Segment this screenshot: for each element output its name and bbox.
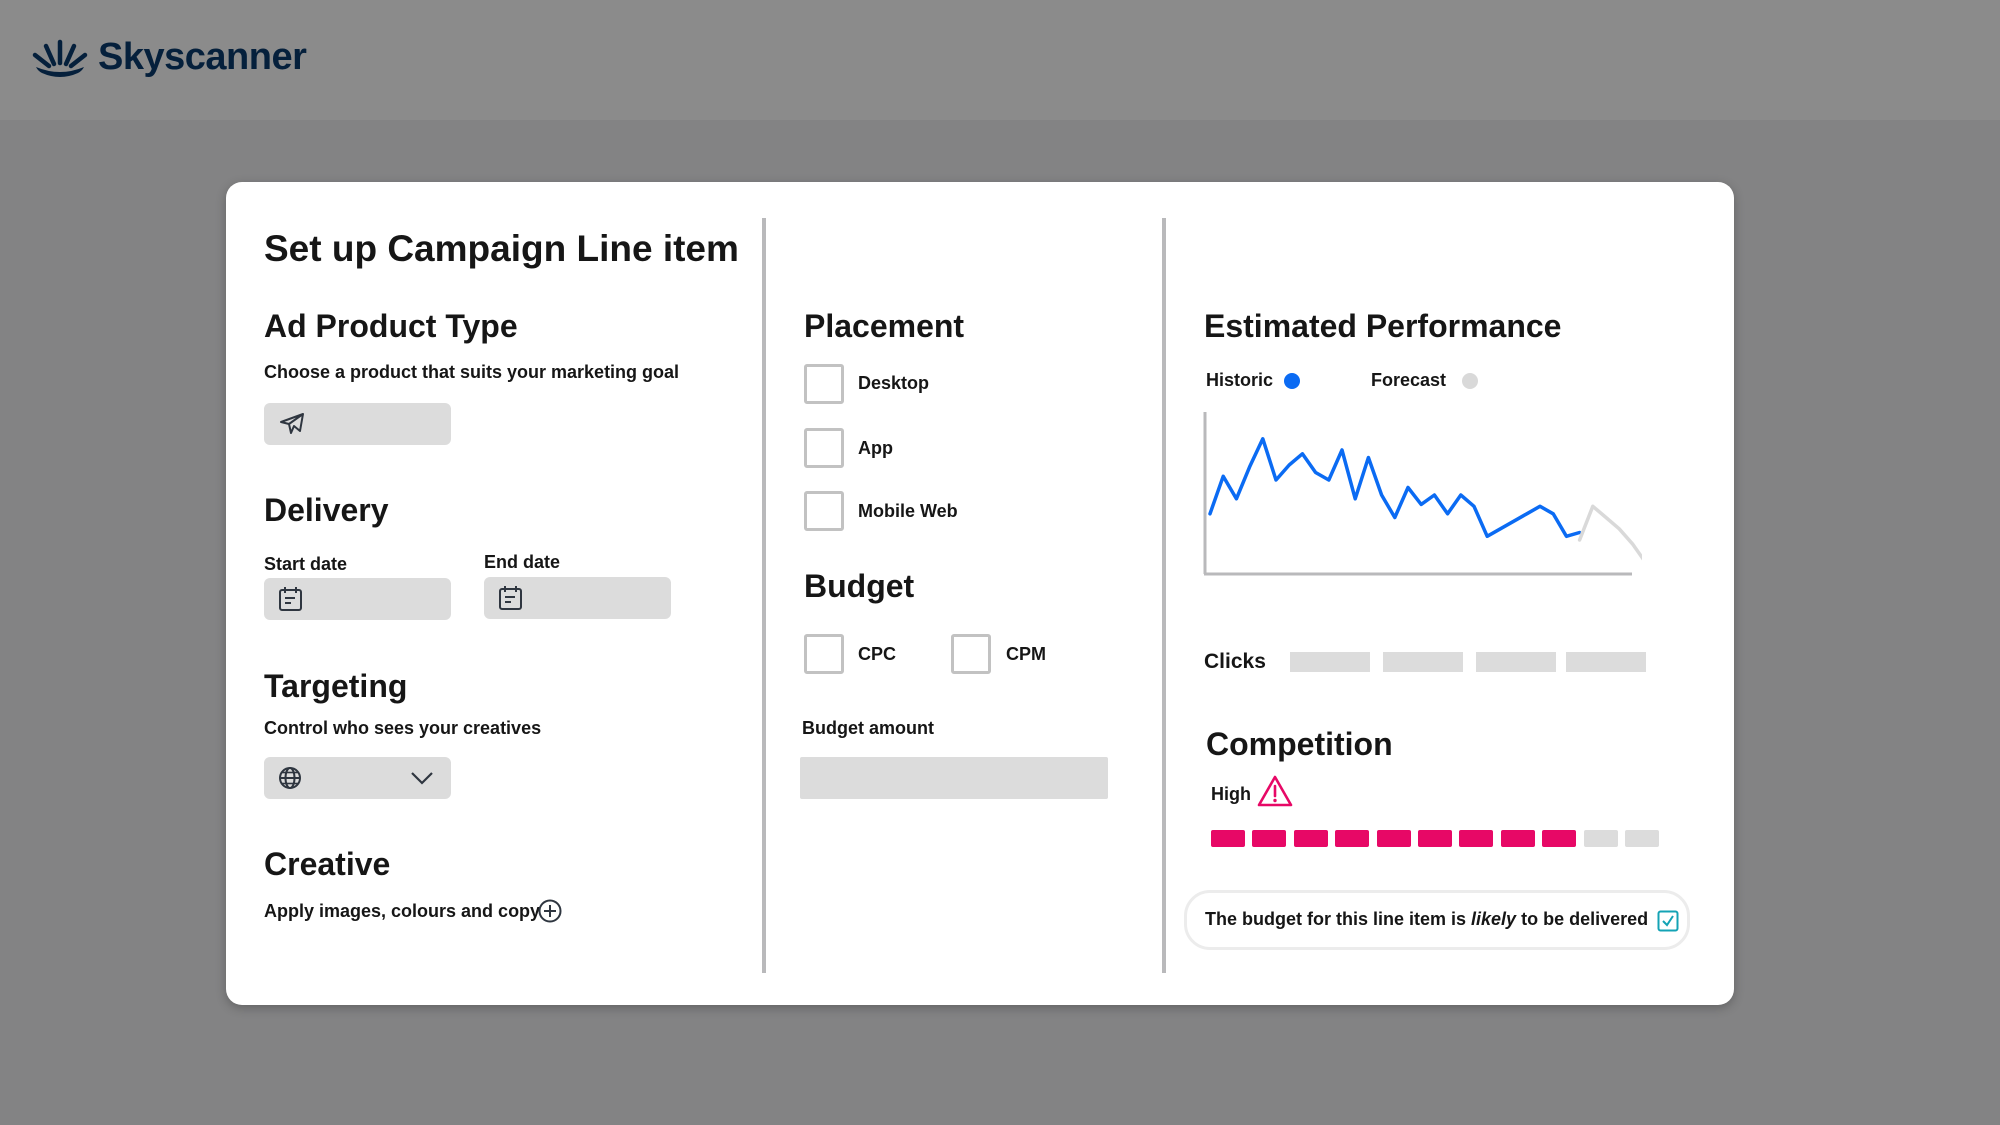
calendar-icon	[279, 587, 302, 611]
legend-forecast-label: Forecast	[1371, 370, 1447, 390]
skyscanner-logo[interactable]: Skyscanner	[30, 36, 307, 79]
budget-heading: Budget	[804, 568, 915, 604]
clicks-placeholder-bar	[1290, 652, 1370, 672]
start-date-field[interactable]	[264, 578, 451, 620]
clicks-placeholder-bar	[1383, 652, 1463, 672]
placement-heading: Placement	[804, 308, 965, 344]
plane-icon	[280, 413, 304, 434]
cpm-label: CPM	[1006, 644, 1046, 664]
clicks-label: Clicks	[1204, 650, 1266, 673]
forecast-series-line	[1577, 504, 1642, 561]
end-date-field[interactable]	[484, 577, 671, 619]
competition-segment	[1335, 830, 1370, 847]
campaign-setup-card: Set up Campaign Line item Ad Product Typ…	[226, 182, 1734, 1005]
delivery-notice-text: The budget for this line item is likely …	[1205, 909, 1648, 930]
cpc-label: CPC	[858, 644, 897, 664]
globe-icon	[279, 767, 301, 789]
notice-text-end: to be delivered	[1516, 909, 1649, 929]
budget-amount-input[interactable]	[800, 757, 1108, 799]
competition-segment	[1625, 830, 1659, 847]
start-date-label: Start date	[264, 554, 348, 574]
notice-text-start: The budget for this line item is	[1205, 909, 1472, 929]
column-divider	[1162, 218, 1166, 973]
column-divider	[762, 218, 766, 973]
competition-segment	[1500, 830, 1535, 847]
cpm-checkbox[interactable]	[951, 634, 991, 674]
check-icon	[1657, 910, 1679, 932]
competition-segment	[1542, 830, 1577, 847]
legend-historic-swatch	[1284, 373, 1300, 389]
top-bar: Skyscanner	[0, 0, 2000, 120]
competition-segment	[1459, 830, 1494, 847]
competition-segment	[1252, 830, 1287, 847]
creative-heading: Creative	[264, 846, 391, 882]
notice-text-emphasis: likely	[1471, 909, 1517, 929]
ad-product-heading: Ad Product Type	[264, 308, 518, 344]
cpc-checkbox[interactable]	[804, 634, 844, 674]
performance-chart	[1203, 412, 1642, 576]
competition-segment	[1376, 830, 1411, 847]
app-label: App	[858, 438, 893, 458]
ad-product-select[interactable]	[264, 403, 451, 445]
delivery-heading: Delivery	[264, 492, 389, 528]
targeting-heading: Targeting	[264, 668, 408, 704]
targeting-description: Control who sees your creatives	[264, 718, 542, 738]
competition-segment	[1418, 830, 1452, 847]
performance-heading: Estimated Performance	[1204, 308, 1562, 344]
brand-name: Skyscanner	[98, 36, 307, 78]
competition-segment	[1293, 830, 1328, 847]
competition-heading: Competition	[1206, 726, 1393, 762]
delivery-notice: The budget for this line item is likely …	[1184, 890, 1690, 950]
historic-series-line	[1208, 437, 1582, 539]
mobile-web-checkbox[interactable]	[804, 491, 844, 531]
competition-segment	[1583, 830, 1618, 847]
desktop-label: Desktop	[858, 373, 930, 393]
ad-product-description: Choose a product that suits your marketi…	[264, 362, 680, 382]
clicks-placeholder-bar	[1476, 652, 1556, 672]
clicks-placeholder-bar	[1566, 652, 1646, 672]
app-checkbox[interactable]	[804, 428, 844, 468]
chevron-down-icon	[411, 772, 433, 785]
warning-icon	[1257, 775, 1293, 807]
mobile-web-label: Mobile Web	[858, 501, 958, 521]
budget-amount-label: Budget amount	[802, 718, 934, 738]
add-creative-icon[interactable]	[537, 898, 563, 924]
competition-level: High	[1211, 784, 1251, 804]
sunrise-icon	[32, 39, 88, 77]
creative-description: Apply images, colours and copy	[264, 901, 541, 921]
desktop-checkbox[interactable]	[804, 364, 844, 404]
targeting-dropdown[interactable]	[264, 757, 451, 799]
legend-forecast-swatch	[1462, 373, 1478, 389]
page-title: Set up Campaign Line item	[264, 228, 739, 269]
competition-segment	[1211, 830, 1245, 847]
calendar-icon	[499, 586, 522, 610]
legend-historic-label: Historic	[1206, 370, 1274, 390]
end-date-label: End date	[484, 552, 561, 572]
